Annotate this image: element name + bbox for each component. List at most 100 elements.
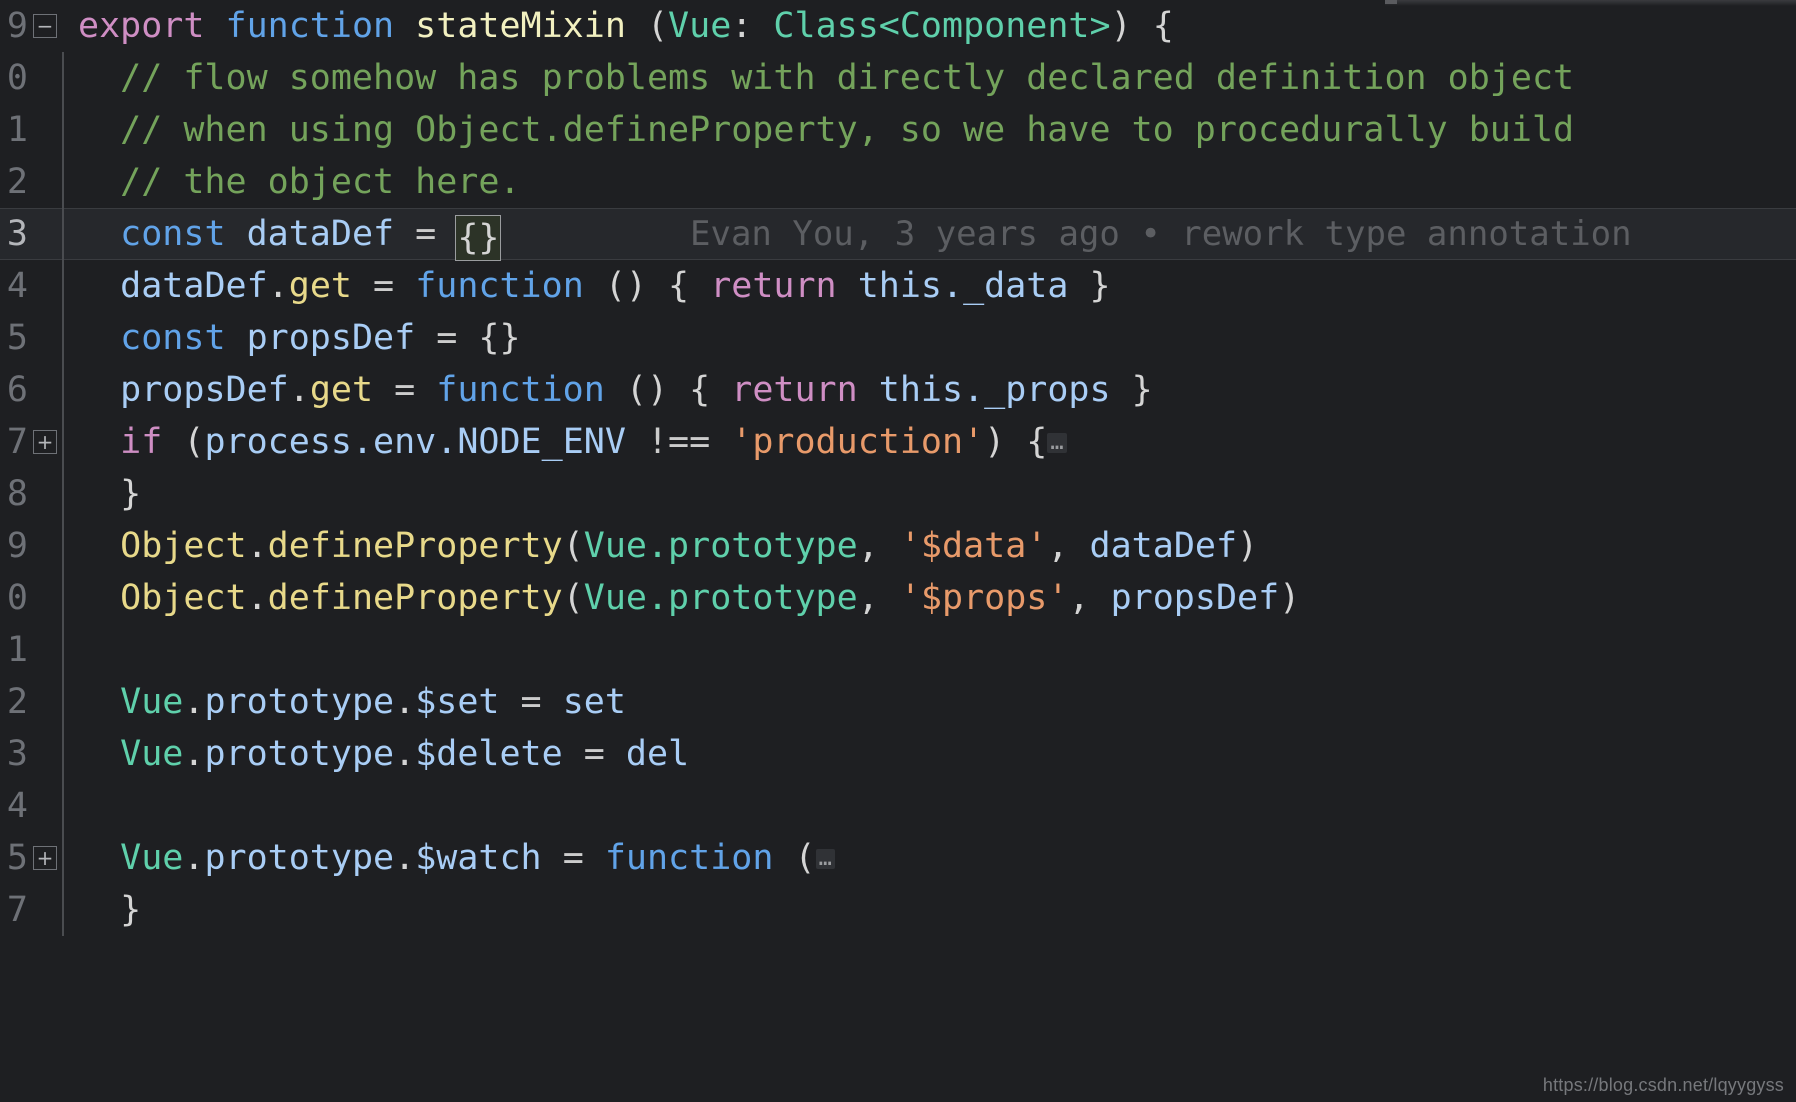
code-text[interactable]: export function stateMixin (Vue: Class<C…: [78, 0, 1174, 52]
token-identifier-datadef: dataDef: [120, 266, 268, 306]
indent-rail: [62, 312, 64, 364]
indent-rail: [62, 156, 64, 208]
folded-region-ellipsis[interactable]: …: [1047, 432, 1067, 454]
line-gutter[interactable]: 5 +: [0, 832, 62, 884]
token-string-data: '$data': [899, 526, 1048, 566]
line-gutter[interactable]: 5: [0, 312, 62, 364]
token-keyword-return: return: [710, 266, 837, 306]
line-number: 3: [6, 214, 28, 254]
line-number: 0: [6, 58, 28, 98]
indent-rail: [62, 104, 64, 156]
code-editor[interactable]: 9 − export function stateMixin (Vue: Cla…: [0, 0, 1796, 1102]
code-text[interactable]: propsDef.get = function () { return this…: [78, 364, 1153, 416]
code-line-row[interactable]: 1: [0, 624, 1796, 676]
code-line-row[interactable]: 8 }: [0, 468, 1796, 520]
fold-expand-icon[interactable]: +: [33, 430, 57, 454]
code-text[interactable]: // when using Object.defineProperty, so …: [78, 104, 1574, 156]
code-text[interactable]: Object.defineProperty(Vue.prototype, '$p…: [78, 572, 1300, 624]
indent-rail: [62, 208, 64, 260]
code-line-row[interactable]: 1 // when using Object.defineProperty, s…: [0, 104, 1796, 156]
indent-rail: [62, 572, 64, 624]
code-line-row[interactable]: 0 // flow somehow has problems with dire…: [0, 52, 1796, 104]
token-identifier-datadef: dataDef: [246, 214, 395, 254]
code-text[interactable]: // flow somehow has problems with direct…: [78, 52, 1574, 104]
code-line-row[interactable]: 4: [0, 780, 1796, 832]
line-gutter[interactable]: 7 +: [0, 416, 62, 468]
token-close-brace: }: [78, 890, 142, 930]
fold-collapse-icon[interactable]: −: [33, 14, 57, 38]
indent-rail: [62, 884, 64, 936]
token-vue: Vue: [120, 838, 184, 878]
code-text[interactable]: Vue.prototype.$watch = function (…: [78, 832, 835, 884]
line-number: 2: [6, 682, 28, 722]
line-gutter[interactable]: 3: [0, 208, 62, 260]
code-line-row[interactable]: 7 }: [0, 884, 1796, 936]
code-text[interactable]: }: [78, 468, 141, 520]
line-gutter[interactable]: 4: [0, 780, 62, 832]
selection-highlight[interactable]: {}: [455, 215, 502, 261]
code-text[interactable]: Vue.prototype.$delete = del: [78, 728, 689, 780]
line-gutter[interactable]: 9 −: [0, 0, 62, 52]
line-number: 1: [6, 630, 28, 670]
token-keyword-export: export: [78, 6, 205, 46]
line-number: 7: [6, 890, 28, 930]
line-gutter[interactable]: 0: [0, 572, 62, 624]
indent-rail: [62, 416, 64, 468]
code-text[interactable]: Object.defineProperty(Vue.prototype, '$d…: [78, 520, 1258, 572]
git-blame-annotation[interactable]: Evan You, 3 years ago • rework type anno…: [690, 208, 1632, 260]
token-object: Object: [120, 526, 247, 566]
token-prototype: prototype: [204, 682, 395, 722]
code-line-row[interactable]: 9 Object.defineProperty(Vue.prototype, '…: [0, 520, 1796, 572]
token-string-production: 'production': [731, 422, 985, 462]
code-line-row[interactable]: 3 Vue.prototype.$delete = del: [0, 728, 1796, 780]
fold-expand-icon[interactable]: +: [33, 846, 57, 870]
indent-rail: [62, 0, 64, 52]
token-this-props: this._props: [878, 370, 1111, 410]
token-vue-prototype: Vue.prototype: [583, 526, 858, 566]
line-gutter[interactable]: 7: [0, 884, 62, 936]
token-string-props: '$props': [899, 578, 1069, 618]
line-gutter[interactable]: 9: [0, 520, 62, 572]
line-number: 2: [6, 162, 28, 202]
token-type-class: Class<Component>: [773, 6, 1111, 46]
line-gutter[interactable]: 4: [0, 260, 62, 312]
line-gutter[interactable]: 3: [0, 728, 62, 780]
code-line-row[interactable]: 0 Object.defineProperty(Vue.prototype, '…: [0, 572, 1796, 624]
code-text[interactable]: const dataDef = {}: [78, 208, 502, 261]
code-line-row[interactable]: 2 Vue.prototype.$set = set: [0, 676, 1796, 728]
code-text[interactable]: dataDef.get = function () { return this.…: [78, 260, 1110, 312]
line-gutter[interactable]: 2: [0, 156, 62, 208]
code-line-row[interactable]: 4 dataDef.get = function () { return thi…: [0, 260, 1796, 312]
folded-region-ellipsis[interactable]: …: [815, 848, 835, 870]
token-keyword-function: function: [415, 266, 584, 306]
token-identifier-propsdef: propsDef: [1110, 578, 1280, 618]
line-gutter[interactable]: 2: [0, 676, 62, 728]
code-text[interactable]: // the object here.: [78, 156, 520, 208]
code-text[interactable]: const propsDef = {}: [78, 312, 520, 364]
code-line-row[interactable]: 9 − export function stateMixin (Vue: Cla…: [0, 0, 1796, 52]
token-process-env-nodeenv: process.env.NODE_ENV: [204, 422, 626, 462]
line-gutter[interactable]: 0: [0, 52, 62, 104]
line-gutter[interactable]: 8: [0, 468, 62, 520]
code-line-row[interactable]: 2 // the object here.: [0, 156, 1796, 208]
line-number: 9: [6, 526, 28, 566]
code-text[interactable]: Vue.prototype.$set = set: [78, 676, 626, 728]
token-comment: // flow somehow has problems with direct…: [78, 58, 1575, 98]
code-line-row[interactable]: 6 propsDef.get = function () { return th…: [0, 364, 1796, 416]
line-gutter[interactable]: 1: [0, 624, 62, 676]
code-line-row[interactable]: 5 const propsDef = {}: [0, 312, 1796, 364]
line-gutter[interactable]: 1: [0, 104, 62, 156]
code-line-row[interactable]: 5 + Vue.prototype.$watch = function (…: [0, 832, 1796, 884]
token-identifier-propsdef: propsDef: [246, 318, 416, 358]
line-number: 3: [6, 734, 28, 774]
token-prototype: prototype: [204, 838, 395, 878]
indent-rail: [62, 364, 64, 416]
indent-rail: [62, 832, 64, 884]
indent-rail: [62, 780, 64, 832]
line-gutter[interactable]: 6: [0, 364, 62, 416]
code-text[interactable]: if (process.env.NODE_ENV !== 'production…: [78, 416, 1067, 468]
code-text[interactable]: }: [78, 884, 141, 936]
indent-rail: [62, 468, 64, 520]
code-line-row-active[interactable]: 3 const dataDef = {} Evan You, 3 years a…: [0, 208, 1796, 261]
code-line-row[interactable]: 7 + if (process.env.NODE_ENV !== 'produc…: [0, 416, 1796, 468]
